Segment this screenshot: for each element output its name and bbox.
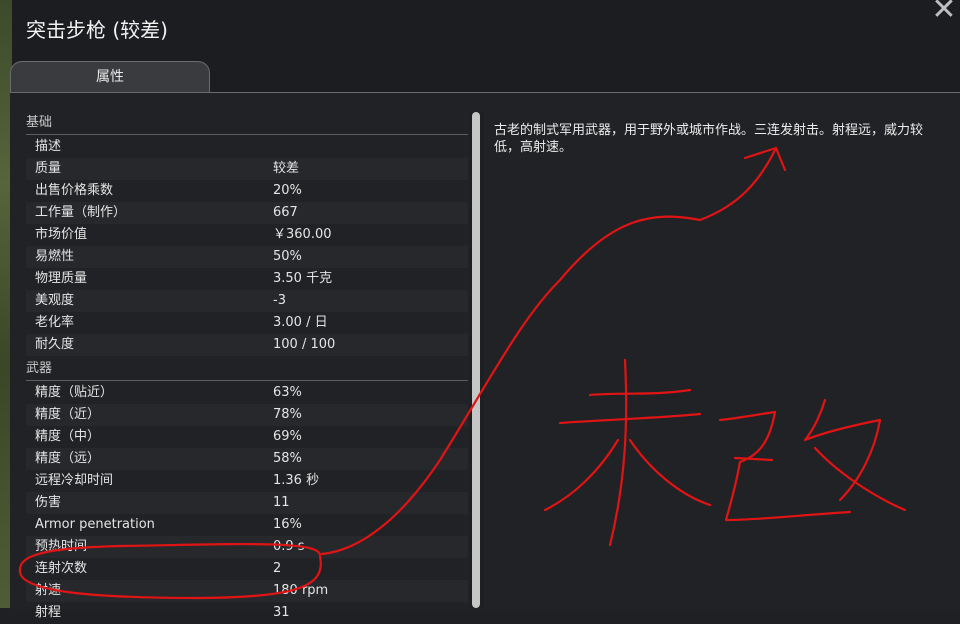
stat-row-weapon[interactable]: 预热时间 0.9 s [26,536,468,558]
stats-list[interactable]: 基础 描述质量 较差出售价格乘数 20% 工作量（制作） 667 市场价值 ￥360.00 易… [26,112,468,624]
stat-row-basic[interactable]: 物理质量 3.50 千克 [26,268,468,290]
section-header-weapon: 武器 [26,358,468,381]
stat-label: 美观度 [35,293,75,308]
stat-row-weapon[interactable]: 精度（远） 58% [26,448,468,470]
stat-value: 20% [273,183,302,198]
stat-label: 工作量（制作） [35,205,127,220]
tab-properties[interactable]: 属性 [10,61,210,93]
stat-row-basic[interactable]: 易燃性 50% [26,246,468,268]
stat-value: 2 [273,561,282,576]
stat-row-weapon[interactable]: Armor penetration 16% [26,514,468,536]
stat-label: 质量 [35,161,62,176]
section-header-basic: 基础 [26,112,468,135]
stat-value: -3 [273,293,286,308]
stat-label: Armor penetration [35,517,155,532]
stat-label: 精度（近） [35,407,101,422]
stat-label: 连射次数 [35,561,88,576]
stat-value: 16% [273,517,302,532]
stat-label: 射速 [35,583,62,598]
stat-row-weapon[interactable]: 精度（贴近） 63% [26,382,468,404]
stat-value: ￥360.00 [273,227,332,242]
stat-row-weapon[interactable]: 精度（近） 78% [26,404,468,426]
stat-label: 伤害 [35,495,62,510]
stat-row-weapon[interactable]: 精度（中） 69% [26,426,468,448]
stat-value: 3.50 千克 [273,271,333,286]
stat-row-basic[interactable]: 质量 较差 [26,158,468,180]
section-weapon-rows: 精度（贴近） 63% 精度（近） 78% 精度（中） 69% 精度（远） 58% 远程冷却时间 1… [26,382,468,624]
stat-value: 69% [273,429,302,444]
stat-label: 市场价值 [35,227,88,242]
stat-label: 精度（远） [35,451,101,466]
stat-value: 58% [273,451,302,466]
stat-label: 精度（中） [35,429,101,444]
stat-row-weapon[interactable]: 连射次数 2 [26,558,468,580]
tab-properties-label: 属性 [96,69,124,85]
stat-row-basic[interactable]: 市场价值 ￥360.00 [26,224,468,246]
stat-label: 出售价格乘数 [35,183,114,198]
stat-value: 31 [273,605,290,620]
stat-row-basic[interactable]: 工作量（制作） 667 [26,202,468,224]
section-basic-rows: 描述质量 较差出售价格乘数 20% 工作量（制作） 667 市场价值 ￥360.00 易燃性 5… [26,136,468,356]
close-icon[interactable]: ✕ [930,0,958,25]
scrollbar-thumb[interactable] [472,112,480,608]
stat-value: 100 / 100 [273,337,336,352]
stat-value: 3.00 / 日 [273,315,328,330]
stat-value: 50% [273,249,302,264]
item-info-window: 突击步枪 (较差) ✕ 属性 基础 描述质量 较差出售价格乘数 20% 工作量（制作）… [0,0,960,620]
stat-value: 78% [273,407,302,422]
stat-row-weapon[interactable]: 射程 31 [26,602,468,624]
stat-value: 63% [273,385,302,400]
stat-label: 远程冷却时间 [35,473,114,488]
stat-row-basic[interactable]: 美观度 -3 [26,290,468,312]
stat-value: 较差 [273,161,300,176]
stat-row-basic[interactable]: 老化率 3.00 / 日 [26,312,468,334]
window-title: 突击步枪 (较差) [26,18,168,42]
stat-value: 180 rpm [273,583,329,598]
stat-label: 物理质量 [35,271,88,286]
stat-label: 射程 [35,605,62,620]
stat-value: 11 [273,495,290,510]
stat-row-weapon[interactable]: 远程冷却时间 1.36 秒 [26,470,468,492]
stat-value: 1.36 秒 [273,473,320,488]
stat-label: 易燃性 [35,249,75,264]
stat-label: 预热时间 [35,539,88,554]
stat-value: 667 [273,205,298,220]
stat-row-weapon[interactable]: 射速 180 rpm [26,580,468,602]
stat-label: 精度（贴近） [35,385,114,400]
item-description: 古老的制式军用武器，用于野外或城市作战。三连发射击。射程远，威力较低，高射速。 [494,123,924,155]
stat-row-basic[interactable]: 出售价格乘数 20% [26,180,468,202]
stat-row-basic[interactable]: 耐久度 100 / 100 [26,334,468,356]
stat-row-weapon[interactable]: 伤害 11 [26,492,468,514]
stat-row-basic[interactable]: 描述 [26,136,468,158]
stat-label: 耐久度 [35,337,75,352]
stat-label: 老化率 [35,315,75,330]
stat-label: 描述 [35,139,62,154]
stat-value: 0.9 s [273,539,305,554]
